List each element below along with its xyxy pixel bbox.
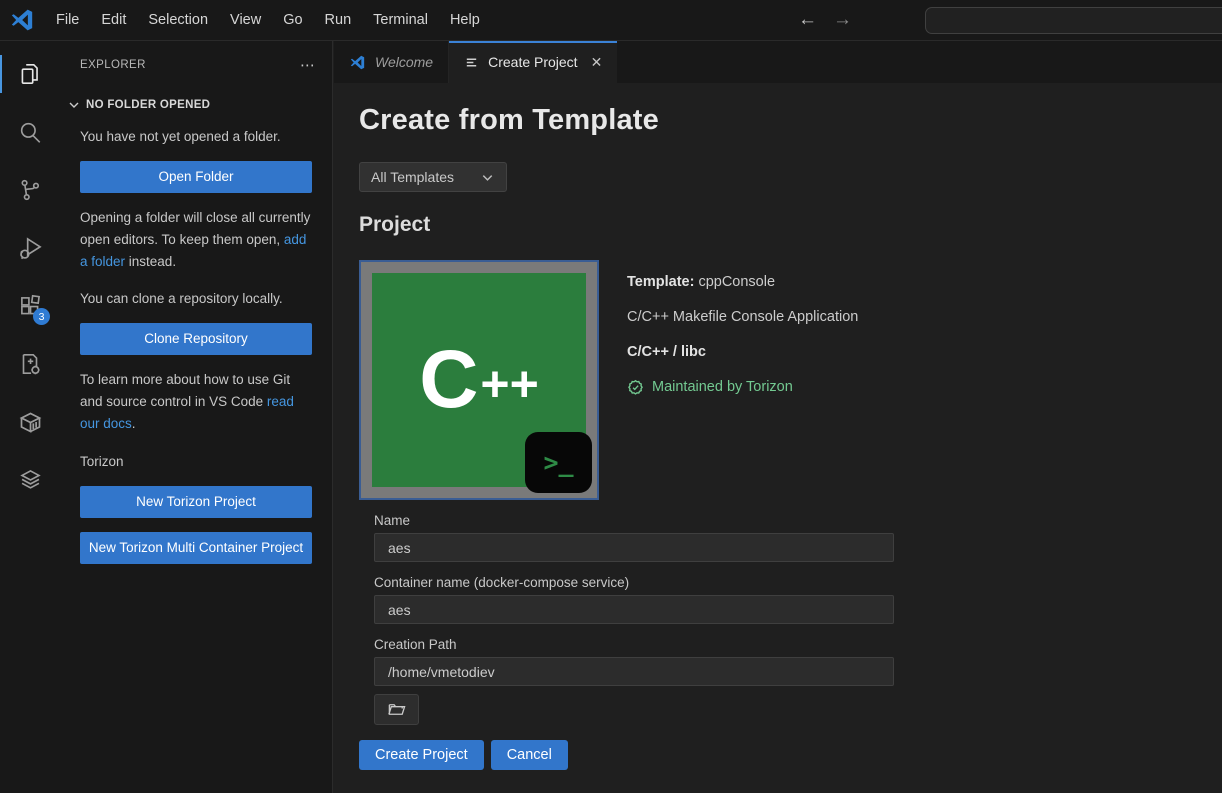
clone-text: You can clone a repository locally. — [80, 288, 312, 310]
cancel-button[interactable]: Cancel — [491, 740, 568, 770]
menu-go[interactable]: Go — [272, 7, 313, 33]
terminal-badge-icon: >_ — [525, 432, 592, 493]
folder-open-icon — [387, 700, 406, 719]
command-search-input[interactable] — [925, 7, 1222, 34]
close-icon[interactable]: ✕ — [591, 54, 603, 71]
template-description: C/C++ Makefile Console Application — [627, 307, 858, 328]
menu-file[interactable]: File — [45, 7, 90, 33]
template-details: Template: cppConsole C/C++ Makefile Cons… — [627, 260, 858, 500]
menu-terminal[interactable]: Terminal — [362, 7, 439, 33]
layers-icon[interactable] — [0, 455, 60, 505]
section-title: Project — [359, 213, 1222, 237]
new-torizon-project-button[interactable]: New Torizon Project — [80, 486, 312, 518]
docs-note: To learn more about how to use Git and s… — [80, 369, 312, 435]
search-icon[interactable] — [0, 107, 60, 157]
template-thumbnail[interactable]: C ++ >_ — [359, 260, 599, 500]
maintained-label: Maintained by Torizon — [652, 377, 793, 398]
run-debug-icon[interactable] — [0, 223, 60, 273]
page-title: Create from Template — [359, 104, 1222, 137]
sidebar-title: EXPLORER — [80, 59, 146, 71]
torizon-section-label: Torizon — [80, 451, 312, 473]
menu-help[interactable]: Help — [439, 7, 491, 33]
title-bar: File Edit Selection View Go Run Terminal… — [0, 0, 1222, 41]
creation-path-label: Creation Path — [374, 637, 894, 652]
container-name-input[interactable] — [374, 595, 894, 624]
template-filter-dropdown[interactable]: All Templates — [359, 162, 507, 192]
list-icon — [464, 55, 479, 70]
menu-selection[interactable]: Selection — [137, 7, 219, 33]
extensions-badge: 3 — [33, 308, 50, 325]
new-torizon-multi-container-button[interactable]: New Torizon Multi Container Project — [80, 532, 312, 564]
create-project-button[interactable]: Create Project — [359, 740, 484, 770]
container-icon[interactable] — [0, 397, 60, 447]
source-control-icon[interactable] — [0, 165, 60, 215]
extensions-icon[interactable]: 3 — [0, 281, 60, 331]
name-label: Name — [374, 513, 894, 528]
browse-folder-button[interactable] — [374, 694, 419, 725]
more-actions-icon[interactable]: ⋯ — [300, 56, 316, 74]
forward-arrow-icon[interactable]: → — [833, 9, 852, 31]
maintained-line: Maintained by Torizon — [627, 377, 858, 398]
menu-view[interactable]: View — [219, 7, 272, 33]
no-folder-text: You have not yet opened a folder. — [80, 126, 312, 148]
template-name-line: Template: cppConsole — [627, 272, 858, 293]
template-name: cppConsole — [698, 274, 775, 290]
open-folder-button[interactable]: Open Folder — [80, 161, 312, 193]
vscode-logo-icon — [349, 54, 366, 71]
tab-create-project[interactable]: Create Project ✕ — [449, 41, 617, 83]
section-label: NO FOLDER OPENED — [86, 99, 210, 111]
tab-create-project-label: Create Project — [488, 54, 577, 70]
tab-welcome[interactable]: Welcome — [334, 41, 449, 83]
tab-bar: Welcome Create Project ✕ — [334, 41, 1222, 83]
back-arrow-icon[interactable]: ← — [798, 9, 817, 31]
tab-welcome-label: Welcome — [375, 54, 433, 70]
menu-edit[interactable]: Edit — [90, 7, 137, 33]
project-gear-icon[interactable] — [0, 339, 60, 389]
template-filter-value: All Templates — [371, 169, 454, 185]
project-form: Name Container name (docker-compose serv… — [374, 513, 894, 770]
section-no-folder-opened[interactable]: NO FOLDER OPENED — [60, 74, 332, 113]
open-folder-note: Opening a folder will close all currentl… — [80, 207, 312, 273]
vscode-logo-icon — [9, 7, 35, 33]
explorer-icon[interactable] — [0, 49, 60, 99]
clone-repository-button[interactable]: Clone Repository — [80, 323, 312, 355]
chevron-down-icon — [66, 97, 82, 113]
sidebar-explorer: EXPLORER ⋯ NO FOLDER OPENED You have not… — [60, 41, 333, 793]
name-input[interactable] — [374, 533, 894, 562]
container-name-label: Container name (docker-compose service) — [374, 575, 894, 590]
creation-path-input[interactable] — [374, 657, 894, 686]
verified-badge-icon — [627, 379, 644, 396]
editor-area: Welcome Create Project ✕ Create from Tem… — [334, 41, 1222, 793]
activity-bar: 3 — [0, 41, 60, 793]
menu-run[interactable]: Run — [314, 7, 363, 33]
template-language: C/C++ / libc — [627, 342, 858, 363]
chevron-down-icon — [480, 170, 495, 185]
